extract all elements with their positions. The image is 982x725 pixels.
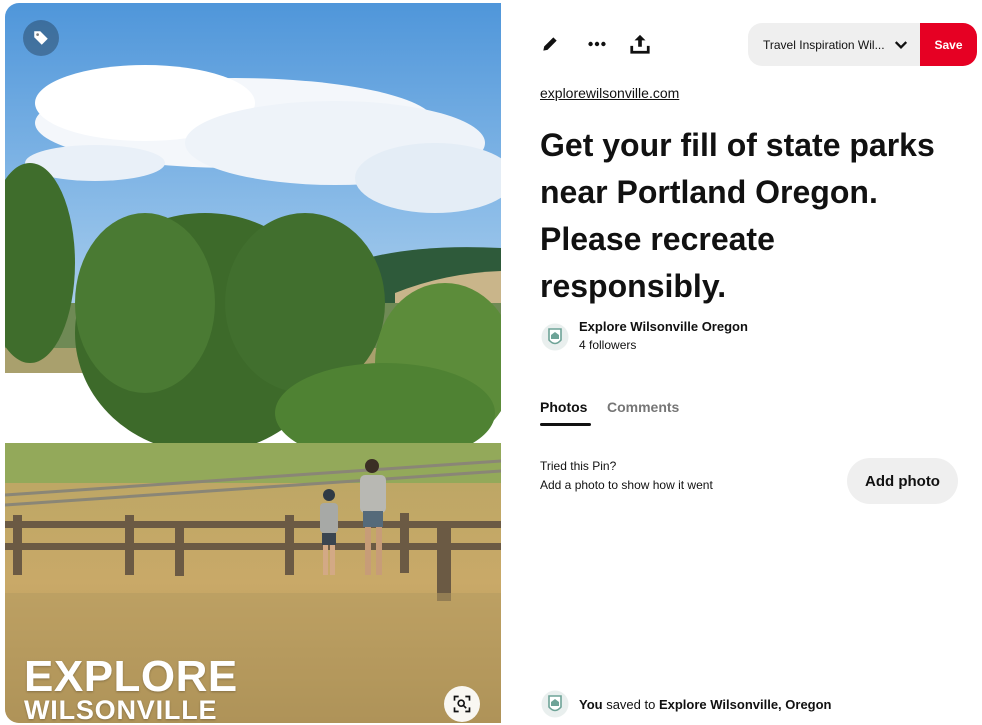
visual-search-icon [453, 695, 471, 713]
chevron-down-icon [894, 41, 908, 49]
creator-followers: 4 followers [579, 338, 637, 352]
pin-title: Get your fill of state parks near Portla… [540, 127, 935, 304]
creator-name[interactable]: Explore Wilsonville Oregon [579, 319, 748, 334]
tag-button[interactable] [23, 20, 59, 56]
watermark-line2: WILSONVILLE [24, 695, 218, 724]
pin-details-panel: Travel Inspiration Wil... Save explorewi… [501, 0, 982, 725]
explore-wilsonville-watermark: EXPLORE WILSONVILLE [24, 652, 238, 724]
more-dots-icon [588, 41, 606, 47]
saved-prefix: You [579, 697, 603, 712]
active-tab-indicator [540, 423, 591, 426]
pencil-icon [543, 37, 557, 51]
saved-to-board[interactable]: You saved to Explore Wilsonville, Oregon [579, 697, 832, 712]
edit-button[interactable] [536, 30, 564, 58]
tried-pin-subtitle: Add a photo to show how it went [540, 478, 713, 492]
saved-middle: saved to [602, 697, 659, 712]
board-select-dropdown[interactable]: Travel Inspiration Wil... [748, 23, 920, 66]
save-button[interactable]: Save [920, 23, 977, 66]
visual-search-button[interactable] [444, 686, 480, 722]
board-name: Travel Inspiration Wil... [763, 37, 885, 52]
pin-closeup-card: EXPLORE WILSONVILLE Travel Inspiration W… [0, 0, 982, 725]
tried-pin-title: Tried this Pin? [540, 459, 617, 473]
share-upload-icon [630, 34, 650, 54]
pin-image[interactable]: EXPLORE WILSONVILLE [5, 3, 501, 723]
source-link[interactable]: explorewilsonville.com [540, 85, 679, 101]
share-button[interactable] [626, 30, 654, 58]
saved-board-name[interactable]: Explore Wilsonville, Oregon [659, 697, 832, 712]
pin-photo [5, 3, 501, 723]
creator-avatar[interactable] [541, 323, 569, 351]
tag-icon [34, 31, 48, 45]
watermark-line1: EXPLORE [24, 652, 238, 701]
tab-comments[interactable]: Comments [607, 399, 679, 415]
add-photo-button[interactable]: Add photo [847, 458, 958, 504]
tab-photos[interactable]: Photos [540, 399, 587, 415]
saved-board-avatar [541, 690, 569, 718]
more-options-button[interactable] [583, 30, 611, 58]
